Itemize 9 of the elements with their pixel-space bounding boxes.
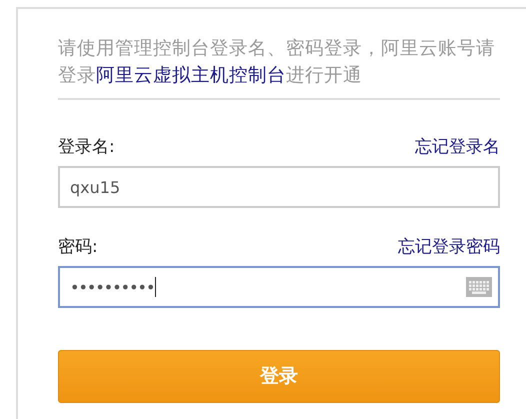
notice-text: 请使用管理控制台登录名、密码登录，阿里云账号请登录阿里云虚拟主机控制台进行开通 [58, 35, 500, 100]
keyboard-icon[interactable] [466, 277, 492, 297]
console-link[interactable]: 阿里云虚拟主机控制台 [96, 65, 286, 86]
field-label: 登录名: [58, 136, 115, 158]
field-label: 密码: [58, 236, 98, 258]
forgot-link[interactable]: 忘记登录密码 [398, 236, 500, 258]
password-field[interactable]: •••••••••• [58, 266, 500, 308]
forgot-link[interactable]: 忘记登录名 [415, 136, 500, 158]
username-field[interactable]: qxu15 [58, 166, 500, 208]
